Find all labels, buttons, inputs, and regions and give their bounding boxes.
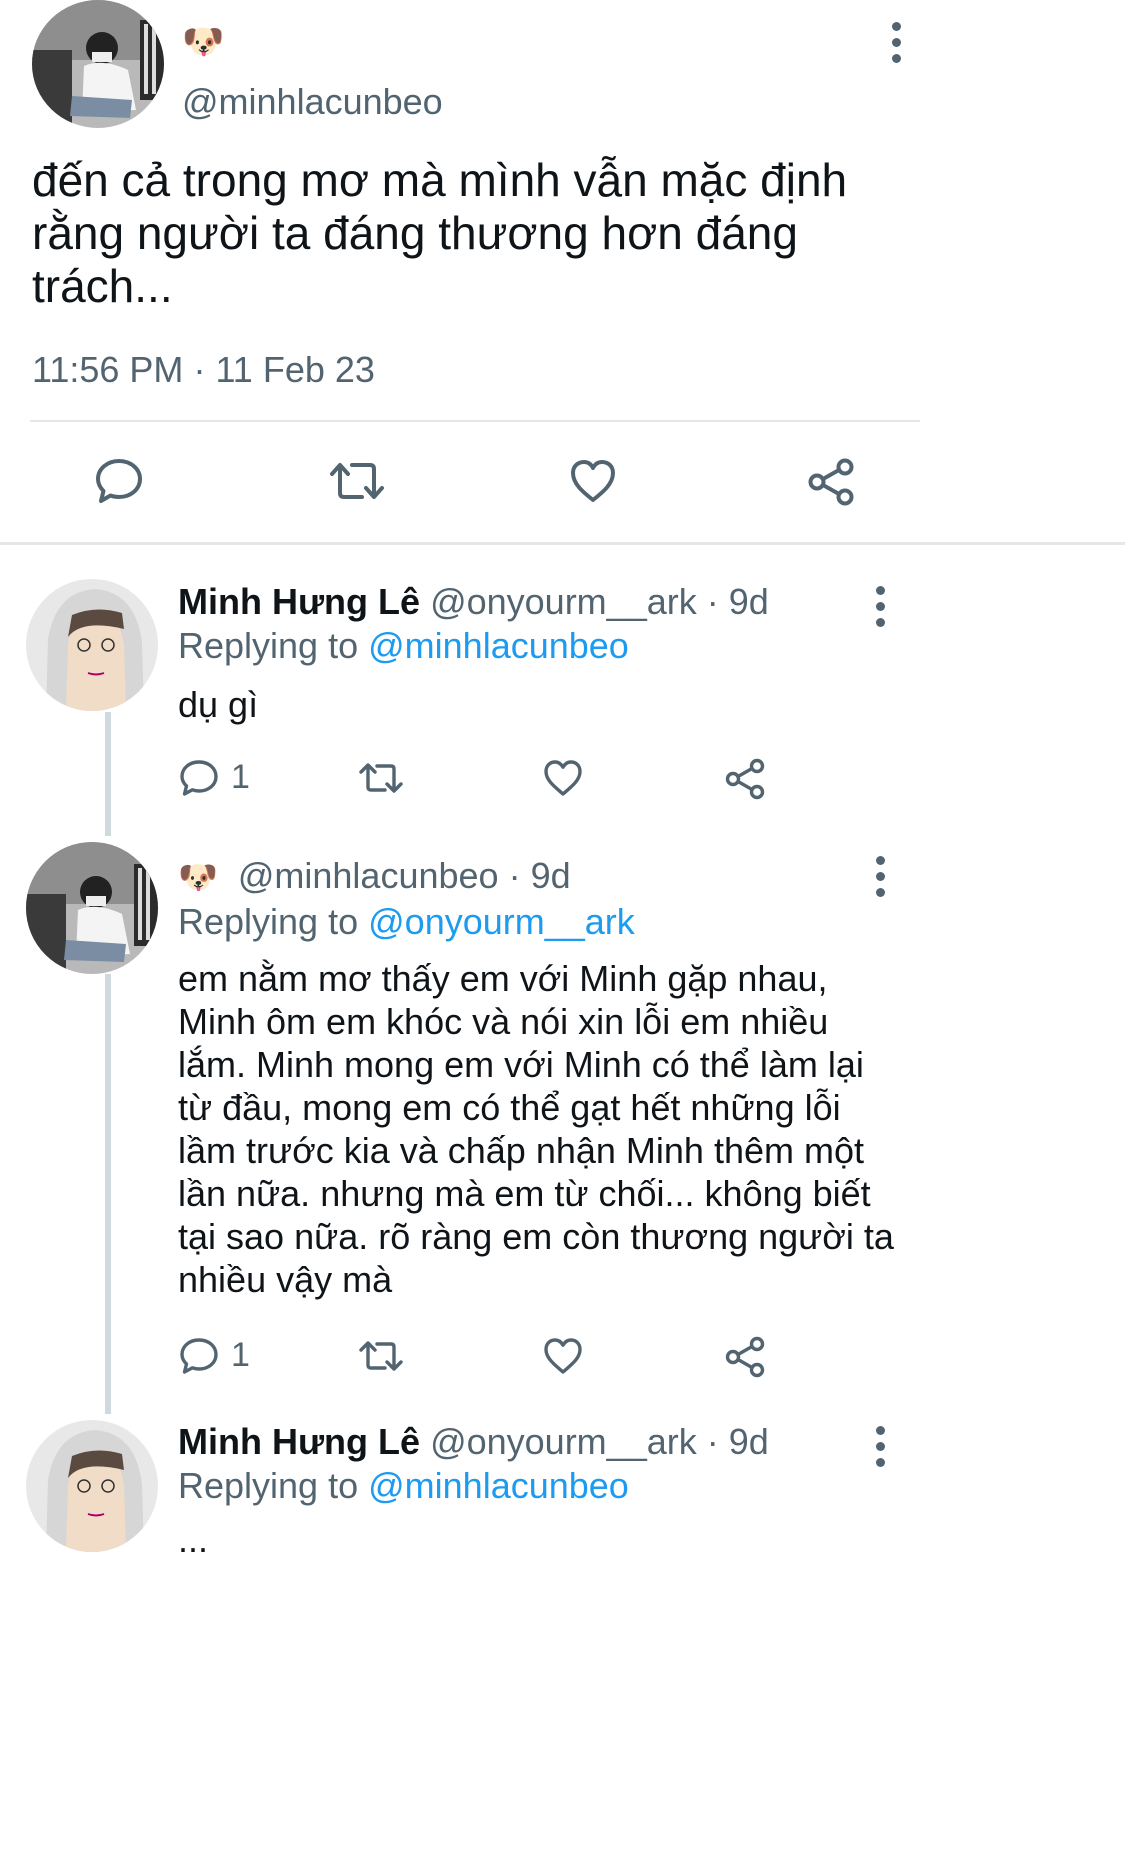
retweet-button[interactable] — [358, 760, 404, 796]
reply-text: dụ gì — [178, 684, 259, 725]
replying-to-prefix: Replying to — [178, 1465, 359, 1506]
dog-emoji: 🐶 — [182, 23, 225, 61]
reply-icon — [180, 1337, 218, 1374]
reply-icon — [96, 459, 142, 503]
reply-count: 1 — [231, 758, 250, 796]
reply-text: em nằm mơ thấy em với Minh gặp nhau, Min… — [178, 958, 894, 1300]
reply-age: · 9d — [706, 581, 769, 622]
reply-header: Minh Hưng Lê @onyourm__ark · 9d — [178, 580, 769, 624]
author-handle[interactable]: @minhlacunbeo — [238, 855, 499, 896]
reply-age: · 9d — [706, 1421, 769, 1462]
dog-emoji: 🐶 — [178, 859, 218, 895]
author-handle[interactable]: @onyourm__ark — [430, 1421, 697, 1462]
retweet-icon — [359, 1341, 403, 1371]
tweet-time: 11:56 PM — [32, 349, 184, 390]
retweet-icon — [359, 763, 403, 793]
replying-to-prefix: Replying to — [178, 901, 359, 942]
more-options-button[interactable] — [868, 586, 892, 646]
retweet-button[interactable] — [358, 1338, 404, 1374]
reply-button[interactable] — [94, 457, 144, 505]
replying-to: Replying to @minhlacunbeo — [178, 1464, 629, 1508]
share-icon — [808, 458, 854, 506]
like-icon — [544, 1338, 582, 1374]
like-icon — [544, 760, 582, 796]
reply-text: ... — [178, 1519, 209, 1560]
avatar[interactable] — [26, 842, 158, 974]
share-icon — [725, 1336, 765, 1378]
section-divider — [0, 542, 1125, 545]
like-button[interactable] — [569, 458, 617, 504]
share-button[interactable] — [724, 1336, 766, 1378]
reply-button[interactable]: 1 — [179, 758, 250, 797]
reply-header: Minh Hưng Lê @onyourm__ark · 9d — [178, 1420, 769, 1464]
replying-to-handle[interactable]: @minhlacunbeo — [368, 1465, 629, 1506]
author-handle[interactable]: @minhlacunbeo — [182, 80, 443, 124]
like-button[interactable] — [543, 1337, 583, 1375]
like-icon — [571, 460, 615, 502]
reply-header: 🐶 @minhlacunbeo · 9d — [178, 854, 571, 899]
avatar[interactable] — [32, 0, 164, 128]
avatar[interactable] — [26, 579, 158, 711]
like-button[interactable] — [543, 759, 583, 797]
retweet-button[interactable] — [328, 459, 386, 503]
share-button[interactable] — [806, 457, 856, 507]
share-icon — [725, 758, 765, 800]
tweet-date: 11 Feb 23 — [215, 349, 375, 390]
avatar[interactable] — [26, 1420, 158, 1552]
divider — [30, 420, 920, 422]
replying-to: Replying to @minhlacunbeo — [178, 624, 629, 668]
author-name[interactable]: Minh Hưng Lê — [178, 1421, 420, 1462]
reply-button[interactable]: 1 — [179, 1336, 250, 1375]
author-handle[interactable]: @onyourm__ark — [430, 581, 697, 622]
reply-icon — [180, 759, 218, 796]
more-options-button[interactable] — [884, 22, 908, 82]
tweet-timestamp: 11:56 PM · 11 Feb 23 — [32, 348, 375, 392]
more-options-button[interactable] — [868, 856, 892, 916]
share-button[interactable] — [724, 758, 766, 800]
thread-line — [105, 712, 111, 836]
reply-count: 1 — [231, 1336, 250, 1374]
replying-to: Replying to @onyourm__ark — [178, 900, 635, 944]
replying-to-handle[interactable]: @minhlacunbeo — [368, 625, 629, 666]
retweet-icon — [330, 463, 384, 499]
author-name[interactable]: Minh Hưng Lê — [178, 581, 420, 622]
separator: · — [193, 349, 206, 390]
thread-line — [105, 974, 111, 1414]
replying-to-handle[interactable]: @onyourm__ark — [368, 901, 635, 942]
tweet-text: đến cả trong mơ mà mình vẫn mặc định rằn… — [32, 154, 848, 312]
more-options-button[interactable] — [868, 1426, 892, 1486]
reply-age: · 9d — [508, 855, 571, 896]
replying-to-prefix: Replying to — [178, 625, 359, 666]
